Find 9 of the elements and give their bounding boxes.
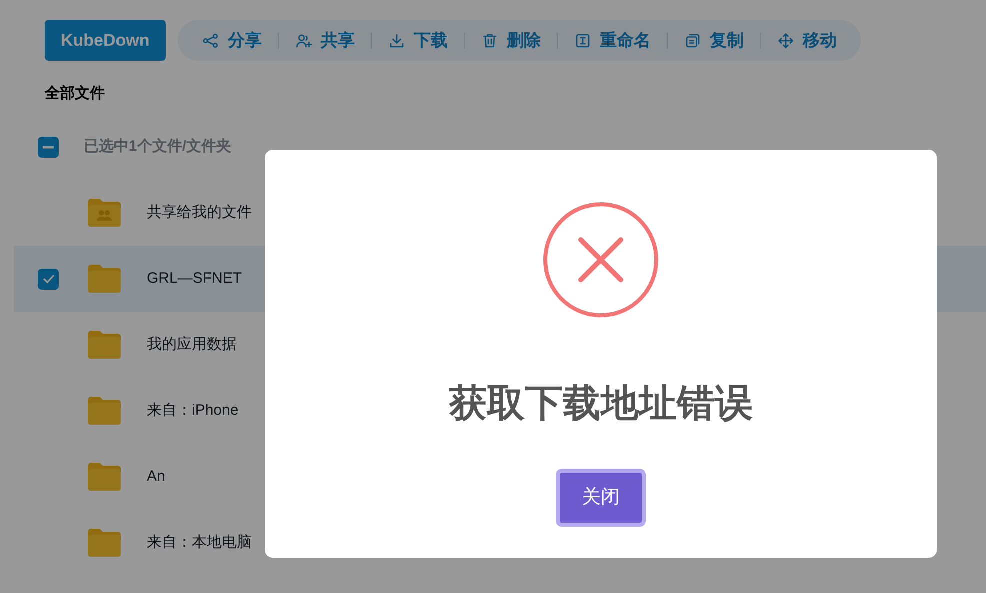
file-name: GRL—SFNET — [147, 268, 242, 289]
file-name: 来自：iPhone — [147, 400, 239, 421]
selection-label: 已选中1个文件/文件夹 — [84, 136, 233, 157]
file-name: 共享给我的文件 — [147, 202, 252, 223]
file-name: An — [147, 466, 166, 487]
breadcrumb: 全部文件 — [45, 84, 105, 104]
file-name: 我的应用数据 — [147, 334, 237, 355]
file-name: 来自：本地电脑 — [147, 532, 252, 553]
dialog-title: 获取下载地址错误 — [449, 382, 753, 427]
